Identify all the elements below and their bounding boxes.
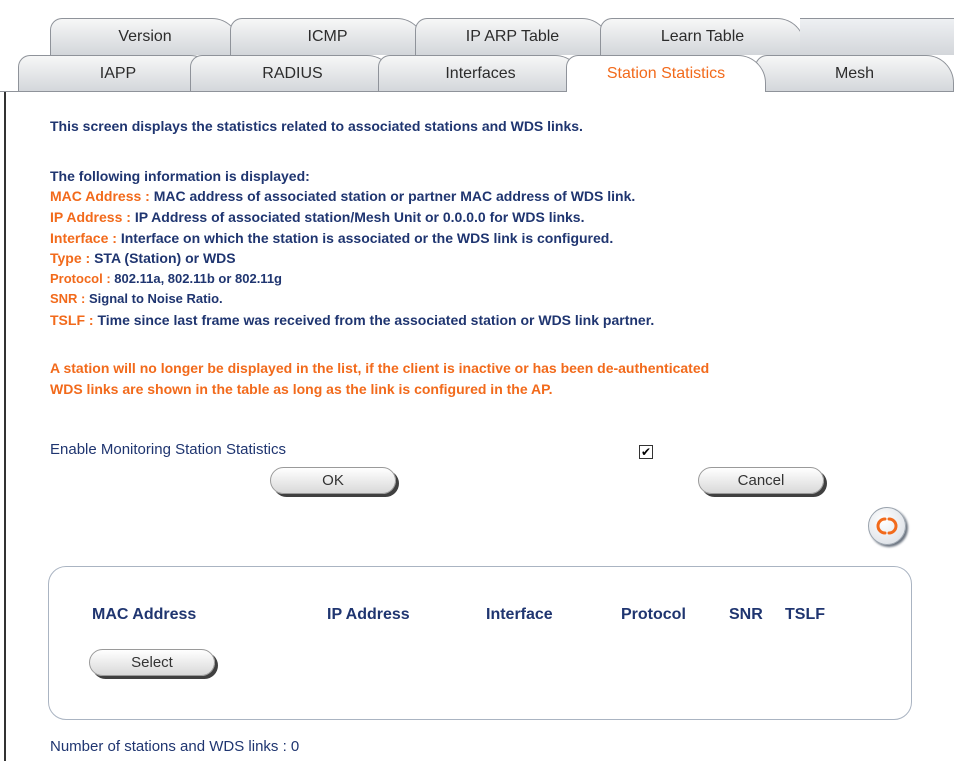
column-header-mac-address: MAC Address bbox=[92, 606, 197, 623]
monitoring-checkbox[interactable]: ✔ bbox=[639, 445, 653, 459]
tab-baseline-right bbox=[766, 91, 954, 92]
info-label: SNR : bbox=[50, 291, 86, 306]
ok-button[interactable]: OK bbox=[270, 467, 396, 494]
column-header-snr: SNR bbox=[729, 606, 763, 623]
column-header-tslf: TSLF bbox=[785, 606, 825, 623]
note-line-2: WDS links are shown in the table as long… bbox=[50, 381, 553, 397]
info-item-snr: SNR : Signal to Noise Ratio. bbox=[50, 291, 223, 306]
info-label: MAC Address : bbox=[50, 188, 150, 204]
info-text: 802.11a, 802.11b or 802.11g bbox=[114, 271, 282, 286]
tab-station-statistics[interactable]: Station Statistics bbox=[566, 55, 766, 92]
note-line-1: A station will no longer be displayed in… bbox=[50, 360, 710, 376]
info-text: IP Address of associated station/Mesh Un… bbox=[134, 209, 585, 225]
info-label: IP Address : bbox=[50, 209, 131, 225]
tab-ip-arp-table[interactable]: IP ARP Table bbox=[415, 18, 610, 55]
monitoring-label: Enable Monitoring Station Statistics bbox=[50, 441, 286, 458]
refresh-button[interactable] bbox=[868, 507, 906, 545]
info-text: Interface on which the station is associ… bbox=[120, 230, 614, 246]
info-label: TSLF : bbox=[50, 312, 94, 328]
select-button[interactable]: Select bbox=[89, 649, 215, 676]
station-table-panel: MAC Address IP Address Interface Protoco… bbox=[48, 566, 912, 720]
info-label: Type : bbox=[50, 250, 91, 266]
info-text: Time since last frame was received from … bbox=[97, 312, 655, 328]
cancel-button[interactable]: Cancel bbox=[698, 467, 824, 494]
left-border bbox=[4, 92, 6, 761]
tab-radius[interactable]: RADIUS bbox=[190, 55, 395, 92]
tab-iapp[interactable]: IAPP bbox=[18, 55, 218, 92]
info-text: MAC address of associated station or par… bbox=[153, 188, 636, 204]
info-item-tslf: TSLF : Time since last frame was receive… bbox=[50, 312, 654, 328]
refresh-icon bbox=[876, 517, 898, 535]
info-text: Signal to Noise Ratio. bbox=[89, 291, 223, 306]
info-item-mac: MAC Address : MAC address of associated … bbox=[50, 188, 635, 204]
tab-icmp[interactable]: ICMP bbox=[230, 18, 425, 55]
station-count: Number of stations and WDS links : 0 bbox=[50, 738, 300, 755]
info-item-protocol: Protocol : 802.11a, 802.11b or 802.11g bbox=[50, 271, 282, 286]
column-header-ip-address: IP Address bbox=[327, 606, 410, 623]
tab-row-filler bbox=[800, 18, 954, 55]
info-text: STA (Station) or WDS bbox=[94, 250, 236, 266]
tab-strip: Version ICMP IP ARP Table Learn Table IA… bbox=[0, 0, 954, 92]
info-item-type: Type : STA (Station) or WDS bbox=[50, 250, 236, 266]
info-label: Protocol : bbox=[50, 271, 111, 286]
tab-version[interactable]: Version bbox=[50, 18, 240, 55]
tab-baseline bbox=[0, 91, 566, 92]
info-item-interface: Interface : Interface on which the stati… bbox=[50, 230, 613, 246]
info-heading: The following information is displayed: bbox=[50, 168, 310, 184]
intro-text: This screen displays the statistics rela… bbox=[50, 118, 583, 134]
info-label: Interface : bbox=[50, 230, 117, 246]
column-header-protocol: Protocol bbox=[621, 606, 686, 623]
tab-learn-table[interactable]: Learn Table bbox=[600, 18, 805, 55]
checkmark-icon: ✔ bbox=[640, 445, 652, 459]
info-item-ip: IP Address : IP Address of associated st… bbox=[50, 209, 584, 225]
column-header-interface: Interface bbox=[486, 606, 553, 623]
tab-mesh[interactable]: Mesh bbox=[755, 55, 954, 92]
tab-interfaces[interactable]: Interfaces bbox=[378, 55, 583, 92]
